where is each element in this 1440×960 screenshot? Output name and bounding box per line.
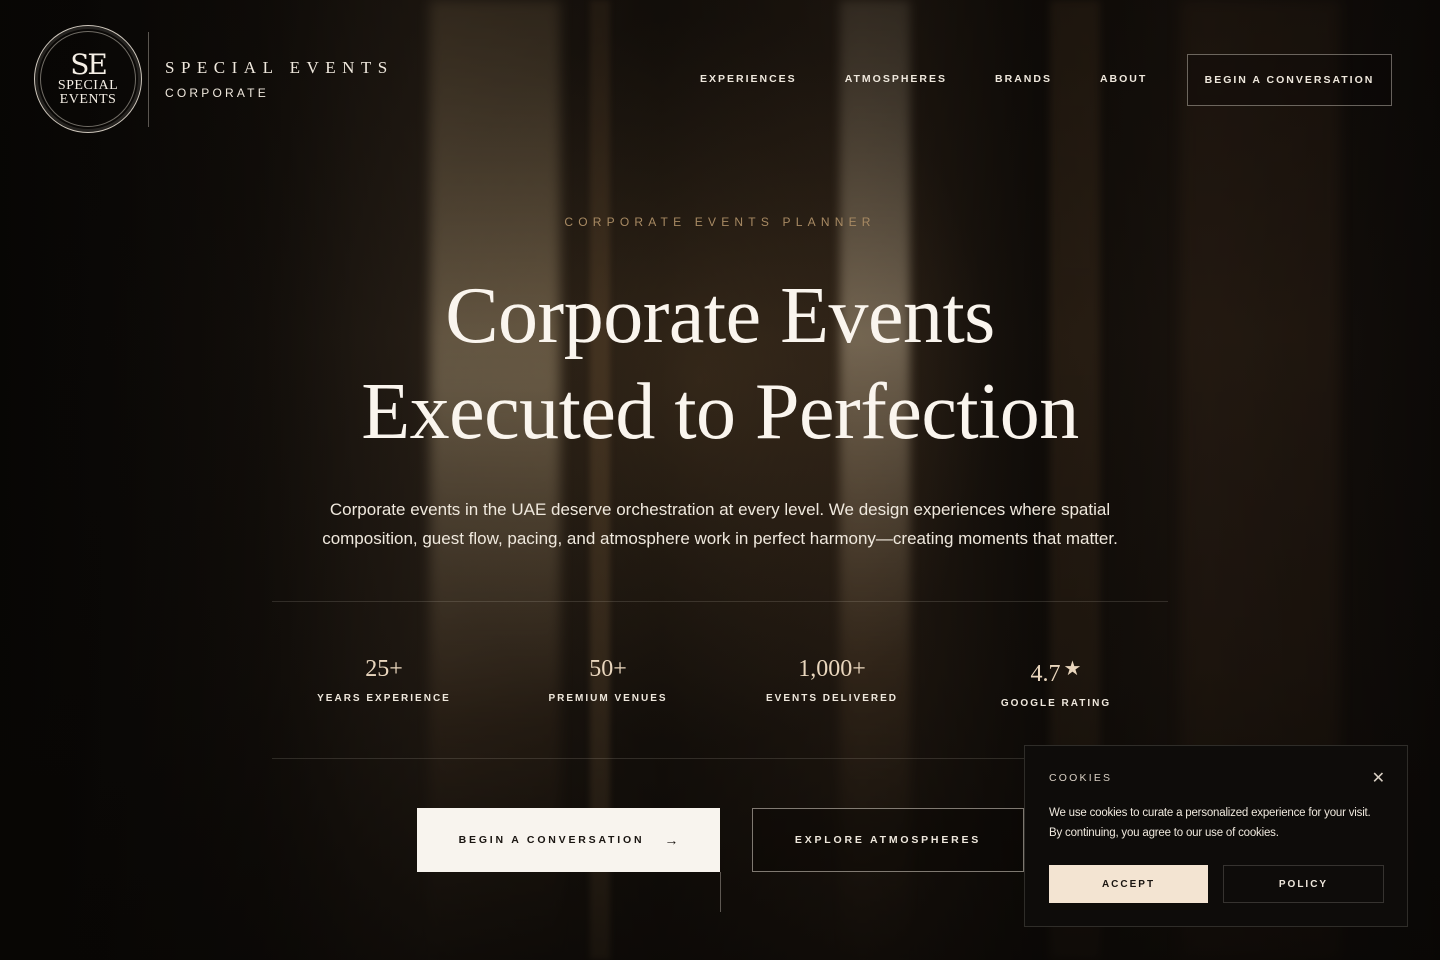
stat-years: 25+ YEARS EXPERIENCE — [272, 655, 496, 709]
nav-item-atmospheres[interactable]: ATMOSPHERES — [845, 73, 947, 85]
begin-conversation-label: BEGIN A CONVERSATION — [458, 834, 645, 846]
main-nav: EXPERIENCES ATMOSPHERES BRANDS ABOUT — [700, 73, 1195, 85]
brand-logo[interactable]: SE SPECIAL EVENTS — [34, 25, 142, 133]
stat-value-wrap: 4.7 ★ — [944, 655, 1168, 688]
stats-top-divider — [272, 601, 1168, 602]
stat-label: PREMIUM VENUES — [548, 693, 668, 704]
hero-eyebrow: CORPORATE EVENTS PLANNER — [564, 215, 876, 229]
stat-venues: 50+ PREMIUM VENUES — [496, 655, 720, 709]
logo-text-line2: EVENTS — [59, 92, 117, 107]
stat-label: YEARS EXPERIENCE — [317, 693, 451, 704]
hero-title-line2: Executed to Perfection — [361, 368, 1079, 456]
hero-title-line1: Corporate Events — [445, 272, 995, 360]
hero-title: Corporate Events Executed to Perfection — [0, 268, 1440, 460]
star-icon: ★ — [1063, 658, 1082, 680]
hero-description: Corporate events in the UAE deserve orch… — [322, 500, 1118, 548]
cookie-policy-button[interactable]: POLICY — [1223, 865, 1384, 903]
brand-divider — [148, 32, 149, 127]
header-begin-conversation-button[interactable]: BEGIN A CONVERSATION — [1187, 54, 1392, 106]
nav-item-about[interactable]: ABOUT — [1100, 73, 1147, 85]
nav-item-brands[interactable]: BRANDS — [995, 73, 1052, 85]
close-icon[interactable]: ✕ — [1372, 768, 1385, 788]
scroll-indicator-line — [720, 872, 721, 912]
brand-name[interactable]: SPECIAL EVENTS — [165, 58, 394, 78]
cookie-text: We use cookies to curate a personalized … — [1049, 807, 1371, 839]
stat-label: GOOGLE RATING — [1000, 698, 1112, 709]
brand-subtitle: CORPORATE — [165, 86, 269, 100]
cookie-banner: COOKIES ✕ We use cookies to curate a per… — [1024, 745, 1408, 927]
logo-text-line1: SPECIAL — [57, 78, 119, 93]
stats-row: 25+ YEARS EXPERIENCE 50+ PREMIUM VENUES … — [272, 655, 1168, 709]
logo-monogram: SE — [70, 48, 108, 81]
stat-rating: 4.7 ★ GOOGLE RATING — [944, 655, 1168, 709]
stat-value: 50+ — [589, 656, 627, 682]
stat-value: 4.7 — [1030, 661, 1061, 687]
arrow-right-icon: → — [664, 832, 679, 848]
explore-atmospheres-button[interactable]: EXPLORE ATMOSPHERES — [752, 808, 1024, 872]
stat-value: 1,000+ — [798, 656, 866, 682]
stat-label: EVENTS DELIVERED — [765, 693, 899, 704]
nav-item-experiences[interactable]: EXPERIENCES — [700, 73, 797, 85]
cookie-title: COOKIES — [1049, 772, 1113, 784]
stat-events: 1,000+ EVENTS DELIVERED — [720, 655, 944, 709]
stat-value: 25+ — [365, 656, 403, 682]
begin-conversation-button[interactable]: BEGIN A CONVERSATION → — [417, 808, 720, 872]
cookie-accept-button[interactable]: ACCEPT — [1049, 865, 1208, 903]
